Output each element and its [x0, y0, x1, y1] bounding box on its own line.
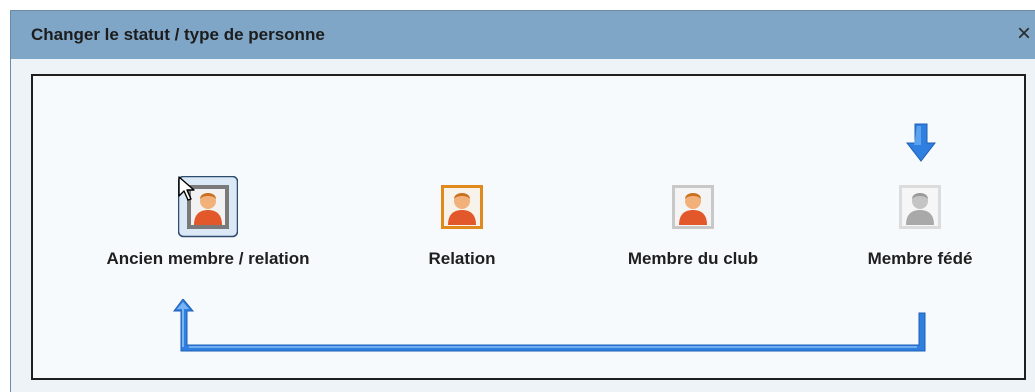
option-label: Ancien membre / relation	[106, 249, 310, 268]
close-button[interactable]: ×	[1009, 17, 1035, 51]
option-label: Relation	[428, 249, 496, 268]
option-ancien-membre-relation[interactable]: Ancien membre / relation	[103, 176, 313, 268]
option-label: Membre du club	[627, 249, 759, 268]
down-arrow-icon	[906, 123, 936, 162]
dialog-titlebar: Changer le statut / type de personne ×	[11, 11, 1035, 59]
person-gray-frame-icon[interactable]	[663, 176, 723, 238]
flow-arrow-icon	[173, 299, 926, 352]
option-membre-fede[interactable]: Membre fédé	[815, 176, 1025, 268]
status-options-panel: Ancien membre / relation Relation Membre…	[31, 74, 1026, 380]
change-status-dialog: Changer le statut / type de personne × A…	[10, 10, 1035, 392]
option-membre-du-club[interactable]: Membre du club	[588, 176, 798, 268]
person-orange-frame-icon[interactable]	[432, 176, 492, 238]
person-gray-frame-icon[interactable]	[178, 176, 238, 238]
option-label: Membre fédé	[867, 249, 973, 268]
option-relation[interactable]: Relation	[357, 176, 567, 268]
dialog-title: Changer le statut / type de personne	[31, 25, 325, 44]
person-disabled-icon[interactable]	[890, 176, 950, 238]
mouse-cursor-icon	[178, 176, 195, 201]
